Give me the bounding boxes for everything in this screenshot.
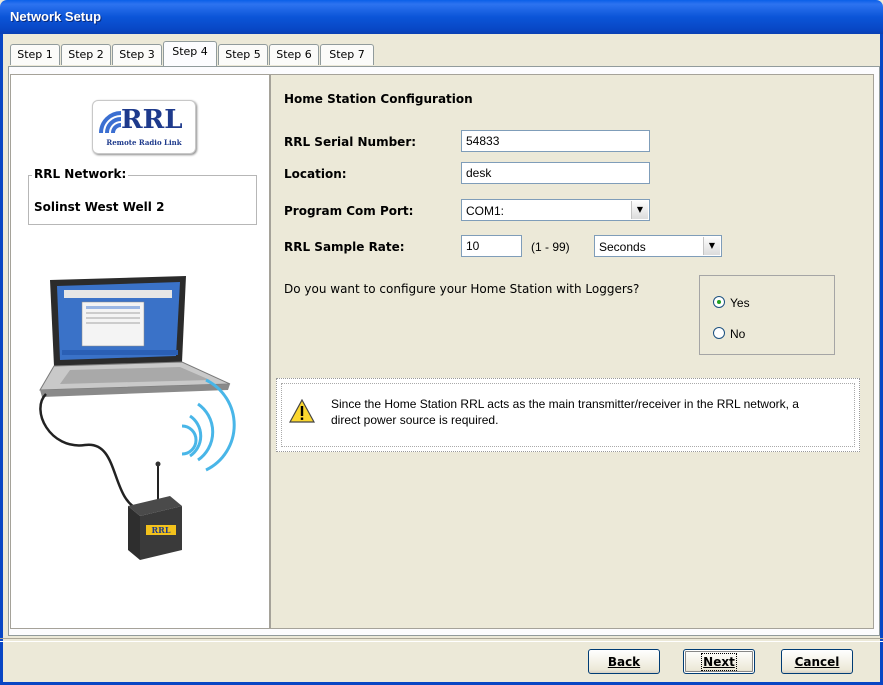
sample-rate-input[interactable] (461, 235, 522, 257)
back-button[interactable]: Back (588, 649, 660, 674)
title-bar: Network Setup (0, 0, 883, 34)
section-title: Home Station Configuration (284, 92, 473, 106)
tab-step-7[interactable]: Step 7 (320, 44, 374, 65)
power-notice: Since the Home Station RRL acts as the m… (276, 378, 860, 452)
loggers-option-group: Yes No (699, 275, 835, 355)
logo-text: RRL (121, 105, 183, 135)
tab-step-6[interactable]: Step 6 (269, 44, 319, 65)
location-input[interactable] (461, 162, 650, 184)
rrl-logo: RRL Remote Radio Link (92, 100, 196, 154)
laptop-rrl-illustration: RRL (39, 276, 236, 560)
back-button-label: Back (607, 655, 641, 669)
network-name: Solinst West Well 2 (34, 200, 165, 214)
com-port-value: COM1: (466, 204, 505, 218)
chevron-down-icon[interactable]: ▼ (631, 201, 648, 219)
warning-icon (289, 399, 315, 423)
sample-rate-label: RRL Sample Rate: (284, 240, 405, 254)
laptop-icon (39, 276, 231, 397)
tab-step-4[interactable]: Step 4 (163, 41, 217, 66)
location-label: Location: (284, 167, 347, 181)
com-port-label: Program Com Port: (284, 204, 414, 218)
footer-separator (0, 638, 883, 642)
radio-yes-label: Yes (730, 296, 750, 310)
tab-step-3[interactable]: Step 3 (112, 44, 162, 65)
cancel-button-label: Cancel (794, 655, 840, 669)
network-label: RRL Network: (32, 167, 129, 181)
notice-text: Since the Home Station RRL acts as the m… (331, 397, 799, 427)
serial-number-label: RRL Serial Number: (284, 135, 417, 149)
tab-step-1[interactable]: Step 1 (10, 44, 60, 65)
rrl-device-icon: RRL (128, 461, 182, 560)
loggers-question: Do you want to configure your Home Stati… (284, 282, 640, 296)
sample-rate-unit-select[interactable]: Seconds ▼ (594, 235, 722, 257)
logo-subtext: Remote Radio Link (106, 138, 182, 147)
serial-number-input[interactable] (461, 130, 650, 152)
window-frame-left (0, 34, 3, 685)
radio-no[interactable]: No (713, 327, 745, 341)
window-title: Network Setup (10, 9, 102, 24)
radio-no-label: No (730, 327, 746, 341)
chevron-down-icon[interactable]: ▼ (703, 237, 720, 255)
tab-step-5[interactable]: Step 5 (218, 44, 268, 65)
signal-waves-icon (99, 111, 122, 134)
next-button[interactable]: Next (683, 649, 755, 674)
radio-unselected-icon (713, 327, 725, 339)
next-button-label: Next (701, 653, 737, 671)
tab-step-2[interactable]: Step 2 (61, 44, 111, 65)
com-port-select[interactable]: COM1: ▼ (461, 199, 650, 221)
sample-rate-unit-value: Seconds (599, 240, 646, 254)
cancel-button[interactable]: Cancel (781, 649, 853, 674)
svg-text:RRL: RRL (152, 525, 171, 535)
sample-rate-range: (1 - 99) (531, 240, 570, 254)
cable (39, 393, 141, 512)
radio-waves-icon (181, 378, 236, 472)
radio-yes[interactable]: Yes (713, 296, 750, 310)
radio-selected-icon (713, 296, 725, 308)
